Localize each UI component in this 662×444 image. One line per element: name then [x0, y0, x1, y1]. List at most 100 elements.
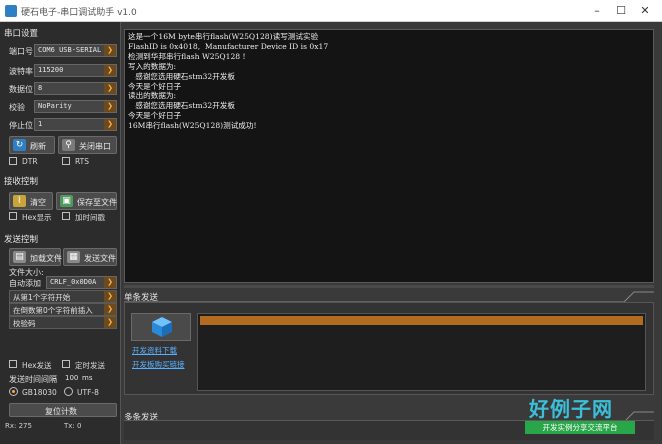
start-char-value: 从第1个字符开始 [13, 293, 71, 302]
receive-line: 这是一个16M byte串行flash(W25Q128)读写测试实验 [128, 32, 319, 41]
port-select[interactable]: COM6 USB-SERIAL ❯ [34, 44, 117, 57]
parity-select[interactable]: NoParity ❯ [34, 100, 117, 113]
stopbits-value: 1 [38, 120, 43, 128]
chevron-down-icon[interactable]: ❯ [104, 83, 116, 94]
checksum-select[interactable]: 校验码 ❯ [9, 316, 117, 329]
single-send-textarea[interactable] [197, 313, 646, 391]
send-file-icon: ▦ [67, 251, 80, 263]
minimize-icon[interactable]: – [590, 4, 604, 18]
cube-icon [152, 317, 172, 337]
chevron-down-icon[interactable]: ❯ [104, 101, 116, 112]
refresh-button[interactable]: ↻ 刷新 [9, 136, 55, 154]
hex-send-label: Hex发送 [22, 361, 52, 370]
maximize-icon[interactable]: ☐ [614, 4, 628, 18]
receive-textarea[interactable]: 这是一个16M byte串行flash(W25Q128)读写测试实验 Flash… [124, 29, 654, 283]
refresh-icon: ↻ [13, 139, 26, 151]
encoding-utf8-label: UTF-8 [77, 388, 99, 397]
timestamp-label: 加时间戳 [75, 213, 105, 222]
panel-splitter[interactable] [124, 285, 654, 288]
chevron-down-icon[interactable]: ❯ [104, 291, 116, 302]
receive-line: 检测到华邦串行flash W25Q128 ! [128, 51, 246, 61]
hex-display-checkbox[interactable] [9, 212, 17, 220]
insert-position-value: 在倒数第0个字符前插入 [13, 306, 93, 315]
encoding-gb18030-label: GB18030 [22, 388, 57, 397]
encoding-utf8-radio[interactable] [64, 387, 73, 396]
chevron-down-icon[interactable]: ❯ [104, 277, 116, 288]
receive-line: FlashID is 0x4018, Manufacturer Device I… [128, 41, 329, 51]
load-file-button[interactable]: ▤ 加载文件 [9, 248, 62, 266]
chevron-down-icon[interactable]: ❯ [104, 119, 116, 130]
plug-icon: ⚲ [62, 139, 75, 151]
interval-unit: ms [82, 374, 93, 382]
rx-count: Rx: 275 [5, 422, 32, 430]
close-port-button[interactable]: ⚲ 关闭串口 [58, 136, 117, 154]
insert-position-select[interactable]: 在倒数第0个字符前插入 ❯ [9, 303, 117, 316]
title-bar: 硬石电子-串口调试助手 v1.0 – ☐ ✕ [0, 0, 662, 22]
board-purchase-link[interactable]: 开发板购买链接 [132, 359, 185, 370]
receive-control-heading: 接收控制 [4, 177, 39, 187]
interval-input[interactable]: 100 [65, 374, 78, 382]
receive-line: 感谢您选用硬石stm32开发板 [128, 101, 235, 111]
refresh-button-label: 刷新 [30, 142, 46, 151]
reset-count-button[interactable]: 复位计数 [9, 403, 117, 417]
save-file-button-label: 保存至文件 [77, 198, 117, 207]
reset-count-button-label: 复位计数 [45, 407, 77, 416]
receive-line: 16M串行flash(W25Q128)测试成功! [128, 121, 257, 131]
timed-send-label: 定时发送 [75, 361, 105, 370]
receive-line: 今天是个好日子 [128, 111, 182, 121]
save-file-button[interactable]: ▣ 保存至文件 [56, 192, 117, 210]
clear-button-label: 清空 [30, 198, 46, 207]
window-title: 硬石电子-串口调试助手 v1.0 [21, 8, 137, 18]
file-size-label: 文件大小: [9, 268, 44, 277]
send-file-button-label: 发送文件 [84, 254, 116, 263]
hex-send-checkbox[interactable] [9, 360, 17, 368]
auto-add-select[interactable]: CRLF_0x0D0A ❯ [46, 276, 117, 289]
baud-label: 波特率 [9, 67, 33, 76]
send-input-highlight [200, 316, 643, 325]
checksum-value: 校验码 [13, 319, 36, 328]
auto-add-value: CRLF_0x0D0A [50, 278, 97, 286]
receive-line: 感谢您选用硬石stm32开发板 [128, 71, 235, 81]
clear-button[interactable]: ⌇ 清空 [9, 192, 53, 210]
rts-label: RTS [75, 157, 90, 166]
timestamp-checkbox[interactable] [62, 212, 70, 220]
send-control-heading: 发送控制 [4, 235, 39, 245]
broom-icon: ⌇ [13, 195, 26, 207]
chevron-down-icon[interactable]: ❯ [104, 45, 116, 56]
baud-select[interactable]: 115200 ❯ [34, 64, 117, 77]
save-icon: ▣ [60, 195, 73, 207]
port-label: 端口号 [9, 47, 33, 56]
dev-docs-download-link[interactable]: 开发资料下载 [132, 345, 177, 356]
auto-add-label: 自动添加 [9, 279, 41, 288]
encoding-gb18030-radio[interactable] [9, 387, 18, 396]
close-icon[interactable]: ✕ [638, 4, 652, 18]
timed-send-checkbox[interactable] [62, 360, 70, 368]
receive-line: 写入的数据为: [128, 61, 177, 71]
chevron-down-icon[interactable]: ❯ [104, 65, 116, 76]
databits-select[interactable]: 8 ❯ [34, 82, 117, 95]
stopbits-label: 停止位 [9, 121, 33, 130]
hex-display-label: Hex显示 [22, 213, 52, 222]
parity-label: 校验 [9, 103, 25, 112]
chevron-down-icon[interactable]: ❯ [104, 304, 116, 315]
watermark-subtitle: 开发实例分享交流平台 [525, 421, 635, 434]
start-char-select[interactable]: 从第1个字符开始 ❯ [9, 290, 117, 303]
dtr-checkbox[interactable] [9, 157, 17, 165]
port-value: COM6 USB-SERIAL [38, 46, 102, 54]
folder-icon: ▤ [13, 251, 26, 263]
load-file-button-label: 加载文件 [30, 254, 62, 263]
databits-label: 数据位 [9, 85, 33, 94]
receive-line: 今天是个好日子 [128, 81, 182, 91]
watermark-title: 好例子网 [529, 397, 613, 421]
rts-checkbox[interactable] [62, 157, 70, 165]
receive-line: 读出的数据为: [128, 91, 177, 101]
watermark-logo: 好例子网 开发实例分享交流平台 [525, 393, 635, 441]
baud-value: 115200 [38, 66, 64, 74]
parity-value: NoParity [38, 102, 72, 110]
stopbits-select[interactable]: 1 ❯ [34, 118, 117, 131]
send-file-button[interactable]: ▦ 发送文件 [63, 248, 117, 266]
send-button[interactable] [131, 313, 191, 341]
databits-value: 8 [38, 84, 43, 92]
chevron-down-icon[interactable]: ❯ [104, 317, 116, 328]
serial-settings-heading: 串口设置 [4, 29, 39, 39]
